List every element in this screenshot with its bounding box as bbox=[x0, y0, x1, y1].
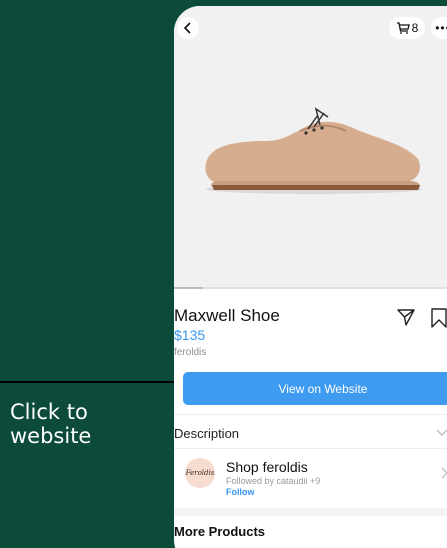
shop-avatar[interactable]: Feroldis bbox=[185, 458, 215, 488]
more-products-label: More Products bbox=[174, 524, 266, 539]
shop-logo: Feroldis bbox=[185, 469, 215, 477]
section-separator bbox=[174, 508, 447, 516]
paper-plane-icon[interactable] bbox=[396, 307, 416, 327]
product-image[interactable] bbox=[174, 6, 447, 289]
chevron-left-icon bbox=[183, 22, 191, 34]
divider bbox=[174, 414, 447, 415]
divider bbox=[174, 448, 447, 449]
more-options-button[interactable]: ••• bbox=[431, 17, 447, 39]
annotation-line-2: website bbox=[10, 424, 92, 448]
product-price: $135 bbox=[174, 327, 206, 343]
shop-followed-by: Followed by cataudii +9 bbox=[226, 476, 321, 486]
annotation-text: Click to website bbox=[10, 400, 91, 448]
description-label[interactable]: Description bbox=[174, 426, 239, 441]
bookmark-icon[interactable] bbox=[430, 307, 447, 329]
annotation-line-1: Click to bbox=[10, 400, 88, 424]
shop-name[interactable]: Shop feroldis bbox=[226, 459, 308, 475]
annotation-arrow bbox=[0, 375, 190, 389]
cart-count: 8 bbox=[411, 21, 419, 35]
product-seller[interactable]: feroldis bbox=[174, 347, 206, 358]
product-screen: 8 ••• Maxwell Shoe $135 feroldis View on… bbox=[174, 6, 447, 548]
image-progress-fill bbox=[174, 287, 203, 289]
view-on-website-button[interactable]: View on Website bbox=[183, 372, 447, 405]
shopping-bag-icon bbox=[396, 22, 410, 34]
view-on-website-label: View on Website bbox=[278, 381, 368, 396]
image-progress-bar bbox=[174, 287, 447, 289]
more-horizontal-icon: ••• bbox=[435, 21, 447, 35]
cart-button[interactable]: 8 bbox=[389, 17, 425, 39]
back-button[interactable] bbox=[177, 17, 199, 39]
shoe-image bbox=[205, 107, 422, 194]
follow-button[interactable]: Follow bbox=[226, 487, 255, 497]
product-title: Maxwell Shoe bbox=[174, 306, 280, 325]
chevron-right-icon[interactable] bbox=[440, 467, 447, 479]
chevron-down-icon[interactable] bbox=[436, 427, 447, 437]
